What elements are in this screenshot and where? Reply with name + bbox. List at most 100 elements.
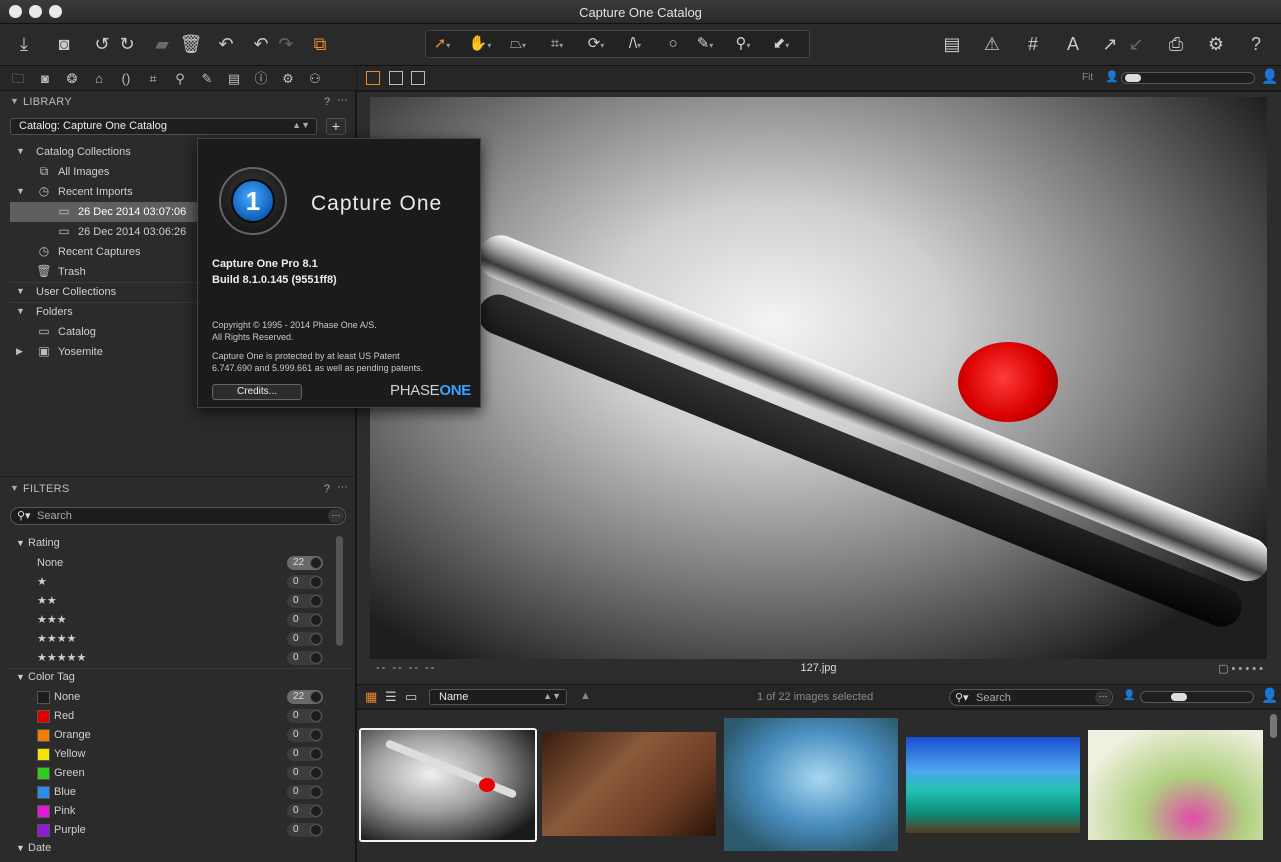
filters-help-button[interactable]: ? (324, 483, 330, 495)
color-tab-icon[interactable]: ❂ (62, 69, 82, 89)
batch-tab-icon[interactable]: ⚇ (305, 69, 325, 89)
search-options-button[interactable]: ··· (1095, 691, 1111, 704)
rating-row[interactable]: ★★★ 0 (10, 611, 326, 630)
rating-row[interactable]: None 22 (10, 554, 326, 573)
count-toggle[interactable]: 0 (287, 804, 323, 818)
filmstrip-view-icon[interactable]: ▭ (405, 689, 417, 705)
catalog-select[interactable]: Catalog: Capture One Catalog ▲▼ (10, 118, 317, 135)
details-tab-icon[interactable]: ⚲ (170, 69, 190, 89)
color-tag-row[interactable]: Blue 0 (10, 783, 326, 802)
color-tag-row[interactable]: Green 0 (10, 764, 326, 783)
capture-tab-icon[interactable]: ◙ (35, 69, 55, 89)
count-toggle[interactable]: 0 (287, 823, 323, 837)
redo-back-icon[interactable]: ↶ (249, 32, 273, 56)
count-toggle[interactable]: 0 (287, 728, 323, 742)
filters-more-button[interactable]: ··· (337, 481, 348, 493)
rating-filter-header[interactable]: ▼ Rating (10, 535, 330, 553)
library-more-button[interactable]: ··· (337, 94, 348, 106)
filters-scrollbar[interactable] (336, 536, 343, 646)
library-section-header[interactable]: ▼ LIBRARY ? ··· (0, 93, 356, 111)
thumbnail-butterfly[interactable] (724, 718, 898, 851)
rating-row[interactable]: ★ 0 (10, 573, 326, 592)
thumbnail-hands[interactable] (542, 732, 716, 836)
text-icon[interactable]: A (1061, 32, 1085, 56)
crop-icon[interactable]: ⌗▾ (543, 34, 571, 54)
sort-select[interactable]: Name ▲▼ (429, 689, 567, 705)
browser-scrollbar[interactable] (1270, 714, 1277, 738)
redo-icon[interactable]: ↷ (274, 32, 298, 56)
thumbnail-flower-butterfly[interactable] (1088, 730, 1263, 840)
picker-icon[interactable]: ⚲▾ (729, 34, 757, 54)
count-toggle[interactable]: 22 (287, 556, 323, 570)
rating-row[interactable]: ★★ 0 (10, 592, 326, 611)
date-filter-header[interactable]: ▼ Date (10, 840, 330, 858)
single-view-icon[interactable] (389, 71, 403, 85)
viewer-zoom-slider[interactable] (1121, 72, 1255, 84)
settings-tab-icon[interactable]: ⚙ (278, 69, 298, 89)
adjustments-tab-icon[interactable]: ✎ (197, 69, 217, 89)
multi-view-icon[interactable] (366, 71, 380, 85)
perspective-icon[interactable]: /\▾ (621, 34, 649, 54)
count-toggle[interactable]: 0 (287, 785, 323, 799)
apply-adjustments-icon[interactable]: ↙ (1124, 32, 1148, 56)
image-viewer[interactable]: -- -- -- -- 127.jpg ▢ • • • • • (357, 92, 1281, 684)
trash-icon[interactable]: 🗑 (179, 32, 203, 56)
exposure-tab-icon[interactable]: ⌂ (89, 69, 109, 89)
rating-row[interactable]: ★★★★★ 0 (10, 649, 326, 668)
count-toggle[interactable]: 0 (287, 651, 323, 665)
browser-search-input[interactable]: ⚲▾ Search ··· (949, 689, 1113, 706)
rotate-right-icon[interactable]: ↻ (115, 32, 139, 56)
grid-view-icon[interactable]: ▦ (365, 689, 377, 705)
undo-icon[interactable]: ↶ (214, 32, 238, 56)
filters-search-input[interactable]: ⚲▾ Search ··· (10, 507, 346, 525)
search-options-button[interactable]: ··· (328, 509, 344, 523)
move-to-icon[interactable]: ▰ (150, 32, 174, 56)
color-tag-row[interactable]: Yellow 0 (10, 745, 326, 764)
color-tag-row[interactable]: Orange 0 (10, 726, 326, 745)
print-icon[interactable]: ⎙ (1164, 32, 1188, 56)
color-tag-filter-header[interactable]: ▼ Color Tag (10, 669, 330, 687)
pan-icon[interactable]: ✋▾ (466, 34, 494, 54)
credits-button[interactable]: Credits... (212, 384, 302, 400)
filters-section-header[interactable]: ▼ FILTERS ? ··· (0, 480, 356, 498)
variants-icon[interactable]: ⧉ (308, 32, 332, 56)
help-icon[interactable]: ? (1244, 32, 1268, 56)
circle-icon[interactable]: ○ (659, 34, 687, 54)
keystone-icon[interactable]: ⏢▾ (504, 34, 532, 54)
rating-row[interactable]: ★★★★ 0 (10, 630, 326, 649)
count-toggle[interactable]: 0 (287, 747, 323, 761)
thumbnail-pier[interactable] (906, 737, 1080, 833)
compare-icon[interactable]: ▤ (940, 32, 964, 56)
library-tab-icon[interactable]: 🗀 (8, 69, 28, 89)
settings-icon[interactable]: ⚙ (1204, 32, 1228, 56)
count-toggle[interactable]: 0 (287, 632, 323, 646)
proof-margin-icon[interactable] (411, 71, 425, 85)
output-tab-icon[interactable]: ⓘ (251, 69, 271, 89)
count-toggle[interactable]: 0 (287, 613, 323, 627)
grid-icon[interactable]: # (1021, 32, 1045, 56)
color-tag-row[interactable]: None 22 (10, 688, 326, 707)
copy-adjustments-icon[interactable]: ↗ (1098, 32, 1122, 56)
color-tag-row[interactable]: Purple 0 (10, 821, 326, 840)
brush-icon[interactable]: ✎▾ (691, 34, 719, 54)
count-toggle[interactable]: 0 (287, 709, 323, 723)
thumbnail-size-slider[interactable] (1140, 691, 1254, 703)
viewer-rating-dots[interactable]: ▢ • • • • • (1218, 662, 1263, 675)
count-toggle[interactable]: 0 (287, 575, 323, 589)
add-collection-button[interactable]: + (326, 118, 346, 135)
rotate-icon[interactable]: ⟳▾ (582, 34, 610, 54)
lens-tab-icon[interactable]: () (116, 69, 136, 89)
capture-icon[interactable]: ◙ (52, 32, 76, 56)
exposure-warning-icon[interactable]: ⚠ (980, 32, 1004, 56)
count-toggle[interactable]: 0 (287, 594, 323, 608)
composition-tab-icon[interactable]: ⌗ (143, 69, 163, 89)
count-toggle[interactable]: 22 (287, 690, 323, 704)
select-icon[interactable]: ➚▾ (428, 34, 456, 54)
main-photo[interactable] (370, 97, 1267, 659)
count-toggle[interactable]: 0 (287, 766, 323, 780)
color-tag-row[interactable]: Red 0 (10, 707, 326, 726)
list-view-icon[interactable]: ☰ (385, 689, 397, 705)
rotate-left-icon[interactable]: ↺ (90, 32, 114, 56)
color-tag-row[interactable]: Pink 0 (10, 802, 326, 821)
library-help-button[interactable]: ? (324, 96, 330, 108)
